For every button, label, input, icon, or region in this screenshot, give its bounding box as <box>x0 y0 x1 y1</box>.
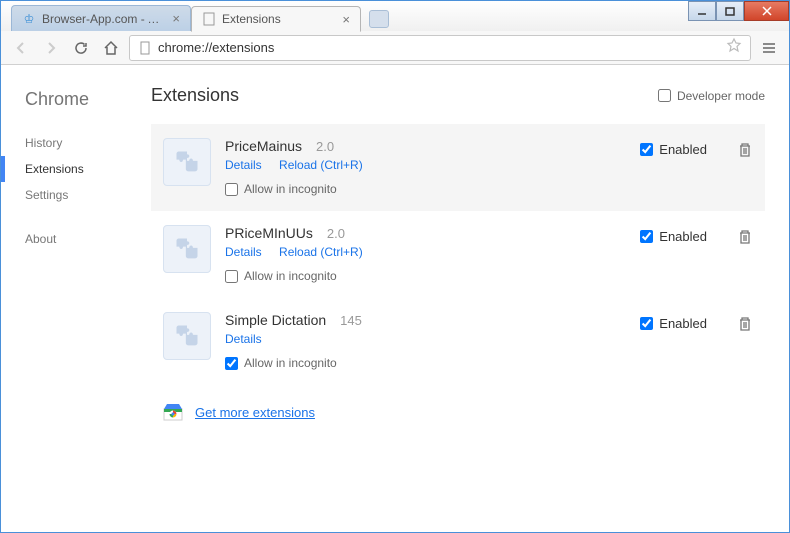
enabled-label: Enabled <box>659 229 707 244</box>
document-icon <box>202 12 216 26</box>
bookmark-star-icon[interactable] <box>726 37 742 58</box>
get-more-extensions: Get more extensions <box>151 385 765 439</box>
extension-actions: Enabled <box>640 138 753 196</box>
allow-incognito-label: Allow in incognito <box>244 356 337 370</box>
enabled-checkbox[interactable] <box>640 143 653 156</box>
details-link[interactable]: Details <box>225 332 262 346</box>
allow-incognito-toggle[interactable]: Allow in incognito <box>225 269 626 283</box>
chrome-webstore-icon <box>163 403 183 421</box>
details-link[interactable]: Details <box>225 158 262 172</box>
sidebar-group: History Extensions Settings <box>25 130 151 208</box>
window-titlebar: ♔ Browser-App.com - A free... × Extensio… <box>1 1 789 31</box>
close-icon[interactable]: × <box>342 12 350 27</box>
details-link[interactable]: Details <box>225 245 262 259</box>
main-header: Extensions Developer mode <box>151 85 765 106</box>
extension-title-row: PRiceMInUUs 2.0 <box>225 225 626 241</box>
back-button[interactable] <box>9 36 33 60</box>
maximize-button[interactable] <box>716 1 744 21</box>
chrome-brand-title: Chrome <box>25 89 151 110</box>
document-icon <box>138 41 152 55</box>
main-panel: Extensions Developer mode PriceMainus 2.… <box>151 65 789 532</box>
extension-body: Simple Dictation 145 Details Allow in in… <box>225 312 626 370</box>
extension-item: PRiceMInUUs 2.0 Details Reload (Ctrl+R) … <box>151 211 765 298</box>
sidebar-item-extensions[interactable]: Extensions <box>1 156 151 182</box>
extension-title-row: PriceMainus 2.0 <box>225 138 626 154</box>
settings-sidebar: Chrome History Extensions Settings About <box>1 65 151 532</box>
crown-icon: ♔ <box>22 12 36 26</box>
enabled-checkbox[interactable] <box>640 230 653 243</box>
new-tab-button[interactable] <box>369 10 389 28</box>
enabled-label: Enabled <box>659 316 707 331</box>
enabled-checkbox[interactable] <box>640 317 653 330</box>
extension-item: PriceMainus 2.0 Details Reload (Ctrl+R) … <box>151 124 765 211</box>
minimize-button[interactable] <box>688 1 716 21</box>
extension-name: PriceMainus <box>225 138 302 154</box>
page-content: Chrome History Extensions Settings About… <box>1 65 789 532</box>
extension-version: 2.0 <box>327 226 345 241</box>
window-controls <box>688 1 789 21</box>
allow-incognito-checkbox[interactable] <box>225 270 238 283</box>
developer-mode-toggle[interactable]: Developer mode <box>658 89 765 103</box>
get-more-extensions-link[interactable]: Get more extensions <box>195 405 315 420</box>
url-text: chrome://extensions <box>158 40 720 55</box>
allow-incognito-toggle[interactable]: Allow in incognito <box>225 182 626 196</box>
browser-tab-1[interactable]: Extensions × <box>191 6 361 32</box>
sidebar-item-about[interactable]: About <box>25 226 151 252</box>
developer-mode-checkbox[interactable] <box>658 89 671 102</box>
sidebar-item-settings[interactable]: Settings <box>25 182 151 208</box>
forward-button[interactable] <box>39 36 63 60</box>
page-title: Extensions <box>151 85 239 106</box>
trash-icon[interactable] <box>737 316 753 337</box>
browser-toolbar: chrome://extensions <box>1 31 789 65</box>
extension-actions: Enabled <box>640 312 753 370</box>
chrome-menu-button[interactable] <box>757 36 781 60</box>
puzzle-icon <box>163 225 211 273</box>
extension-links: Details <box>225 332 626 346</box>
allow-incognito-toggle[interactable]: Allow in incognito <box>225 356 626 370</box>
extension-actions: Enabled <box>640 225 753 283</box>
home-button[interactable] <box>99 36 123 60</box>
extension-name: Simple Dictation <box>225 312 326 328</box>
trash-icon[interactable] <box>737 229 753 250</box>
allow-incognito-checkbox[interactable] <box>225 357 238 370</box>
puzzle-icon <box>163 138 211 186</box>
developer-mode-label: Developer mode <box>677 89 765 103</box>
reload-link[interactable]: Reload (Ctrl+R) <box>279 158 363 172</box>
reload-button[interactable] <box>69 36 93 60</box>
extension-item: Simple Dictation 145 Details Allow in in… <box>151 298 765 385</box>
allow-incognito-checkbox[interactable] <box>225 183 238 196</box>
reload-link[interactable]: Reload (Ctrl+R) <box>279 245 363 259</box>
extension-links: Details Reload (Ctrl+R) <box>225 245 626 259</box>
extension-name: PRiceMInUUs <box>225 225 313 241</box>
extension-links: Details Reload (Ctrl+R) <box>225 158 626 172</box>
extensions-list: PriceMainus 2.0 Details Reload (Ctrl+R) … <box>151 124 765 385</box>
extension-title-row: Simple Dictation 145 <box>225 312 626 328</box>
enabled-toggle[interactable]: Enabled <box>640 316 707 331</box>
allow-incognito-label: Allow in incognito <box>244 182 337 196</box>
extension-version: 145 <box>340 313 362 328</box>
trash-icon[interactable] <box>737 142 753 163</box>
close-window-button[interactable] <box>744 1 789 21</box>
enabled-toggle[interactable]: Enabled <box>640 229 707 244</box>
allow-incognito-label: Allow in incognito <box>244 269 337 283</box>
close-icon[interactable]: × <box>172 11 180 26</box>
extension-body: PRiceMInUUs 2.0 Details Reload (Ctrl+R) … <box>225 225 626 283</box>
extension-body: PriceMainus 2.0 Details Reload (Ctrl+R) … <box>225 138 626 196</box>
puzzle-icon <box>163 312 211 360</box>
extension-version: 2.0 <box>316 139 334 154</box>
tab-title: Browser-App.com - A free... <box>42 12 166 26</box>
tab-title: Extensions <box>222 12 336 26</box>
browser-tab-0[interactable]: ♔ Browser-App.com - A free... × <box>11 5 191 31</box>
enabled-label: Enabled <box>659 142 707 157</box>
sidebar-item-history[interactable]: History <box>25 130 151 156</box>
enabled-toggle[interactable]: Enabled <box>640 142 707 157</box>
address-bar[interactable]: chrome://extensions <box>129 35 751 61</box>
browser-tabs: ♔ Browser-App.com - A free... × Extensio… <box>1 5 389 31</box>
